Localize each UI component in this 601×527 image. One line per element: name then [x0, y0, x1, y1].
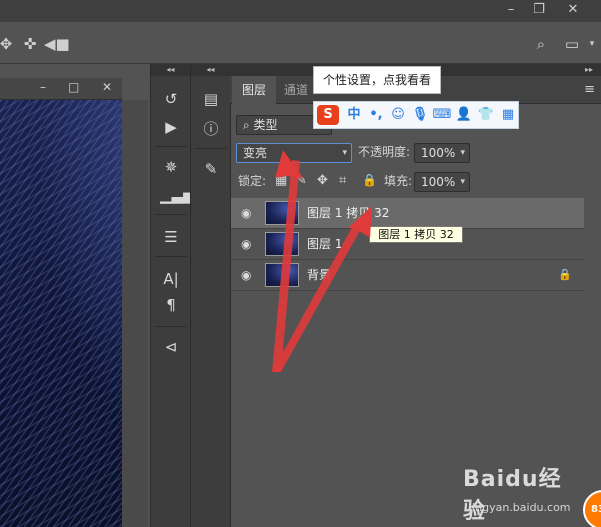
character-icon[interactable]: A| — [160, 268, 182, 290]
watermark-brand: Baidu经验 — [463, 467, 562, 524]
fill-value: 100% — [421, 175, 456, 189]
ime-mode-toggle[interactable]: 中 — [344, 105, 364, 125]
chevron-down-icon: ▾ — [460, 177, 465, 187]
workspace-icon[interactable]: ▭ — [562, 34, 582, 54]
layer-name[interactable]: 背景 — [307, 260, 331, 291]
layer-thumbnail — [265, 232, 299, 256]
history-icon[interactable]: ↺ — [160, 88, 182, 110]
search-icon: ⌕ — [243, 118, 254, 132]
options-bar — [0, 22, 601, 64]
eye-icon[interactable]: ◉ — [241, 237, 255, 251]
video-camera-icon[interactable]: ◀■ — [44, 34, 70, 54]
move-3d-icon[interactable]: ✜ — [20, 34, 40, 54]
panel-menu-icon[interactable]: ≡ — [584, 82, 595, 97]
paragraph-icon[interactable]: ¶ — [160, 294, 182, 316]
lock-brush-icon[interactable]: ✎ — [296, 173, 307, 188]
lock-move-icon[interactable]: ✥ — [317, 173, 328, 188]
close-icon[interactable]: ✕ — [558, 0, 588, 20]
sogou-logo-icon[interactable]: S — [317, 105, 339, 125]
opacity-input[interactable]: 100% ▾ — [414, 143, 470, 163]
adjustments-icon[interactable]: ☰ — [160, 226, 182, 248]
navigator-icon[interactable]: ✵ — [160, 156, 182, 178]
doc-close-icon[interactable]: ✕ — [102, 80, 112, 94]
actions-play-icon[interactable]: ▶ — [160, 116, 182, 138]
doc-minimize-icon[interactable]: – — [40, 80, 46, 94]
user-icon[interactable]: 👤 — [454, 105, 474, 125]
baidu-watermark: Baidu经验 jingyan.baidu.com — [463, 459, 583, 524]
punctuation-icon[interactable]: •, — [366, 105, 386, 125]
layer-thumbnail — [265, 263, 299, 287]
layer-row[interactable]: ◉ 背景 🔒 — [231, 260, 584, 291]
layer-name-tooltip: 图层 1 拷贝 32 — [369, 226, 463, 243]
blend-mode-value: 变亮 — [243, 146, 268, 160]
toolbox-icon[interactable]: ▦ — [498, 105, 518, 125]
opacity-label: 不透明度: — [358, 145, 411, 159]
chevron-down-icon: ▾ — [342, 148, 347, 158]
layer-name[interactable]: 图层 1 拷贝 32 — [307, 198, 389, 229]
panel-icon-column-1: ◂◂ ↺ ▶ ✵ ▁▃▅ ☰ A| ¶ ⊲ — [150, 64, 195, 527]
libraries-icon[interactable]: ▤ — [200, 88, 222, 110]
info-icon[interactable]: ⓘ — [200, 118, 222, 140]
keyboard-icon[interactable]: ⌨ — [432, 105, 452, 125]
blend-mode-select[interactable]: 变亮 ▾ — [236, 143, 352, 163]
ime-tip-bubble[interactable]: 个性设置，点我看看 — [313, 66, 441, 94]
minimize-icon[interactable]: – — [496, 0, 526, 20]
collapse-icon[interactable]: ◂◂ — [151, 64, 190, 76]
histogram-icon[interactable]: ▁▃▅ — [160, 184, 195, 206]
collapse-icon-2[interactable]: ◂◂ — [191, 64, 230, 76]
opacity-value: 100% — [421, 146, 456, 160]
document-scroll-region — [122, 100, 148, 527]
search-icon[interactable]: ⌕ — [531, 34, 551, 54]
tab-layers[interactable]: 图层 — [232, 76, 277, 104]
layer-lock-icon: 🔒 — [558, 268, 572, 281]
emoji-icon[interactable]: ☺ — [388, 105, 408, 125]
fill-label: 填充: — [384, 174, 413, 188]
transform-icon[interactable]: ✥ — [0, 34, 16, 54]
brush-settings-icon[interactable]: ✎ — [200, 158, 222, 180]
skin-icon[interactable]: 👕 — [476, 105, 496, 125]
restore-icon[interactable]: ❐ — [524, 0, 554, 20]
doc-restore-icon[interactable]: □ — [68, 80, 79, 94]
lock-label: 锁定: — [238, 174, 267, 188]
eye-icon[interactable]: ◉ — [241, 206, 255, 220]
layer-thumbnail — [265, 201, 299, 225]
share-icon[interactable]: ⊲ — [160, 336, 182, 358]
lock-artboard-icon[interactable]: ⌗ — [339, 173, 346, 188]
layer-name[interactable]: 图层 1 — [307, 229, 342, 260]
lock-all-icon[interactable]: 🔒 — [362, 173, 377, 187]
ime-toolbar: S 中 •, ☺ 🎙 ⌨ 👤 👕 ▦ — [313, 101, 519, 129]
title-bar: – ❐ ✕ — [0, 0, 601, 22]
layer-row[interactable]: ◉ 图层 1 拷贝 32 — [231, 198, 584, 229]
chevron-down-icon: ▾ — [460, 148, 465, 158]
fill-input[interactable]: 100% ▾ — [414, 172, 470, 192]
eye-icon[interactable]: ◉ — [241, 268, 255, 282]
microphone-icon[interactable]: 🎙 — [410, 105, 430, 125]
layer-filter-label: 类型 — [253, 118, 278, 132]
lock-transparent-icon[interactable]: ▦ — [275, 173, 287, 188]
panel-icon-column-2: ◂◂ ▤ ⓘ ✎ — [190, 64, 230, 527]
expand-icon[interactable]: ▸▸ — [585, 64, 593, 76]
workspace-dropdown-icon[interactable]: ▾ — [582, 34, 601, 54]
document-canvas[interactable] — [0, 100, 122, 527]
tab-channels[interactable]: 通道 — [274, 76, 318, 104]
document-tab-bar: – □ ✕ — [0, 78, 122, 100]
watermark-url: jingyan.baidu.com — [469, 501, 571, 514]
